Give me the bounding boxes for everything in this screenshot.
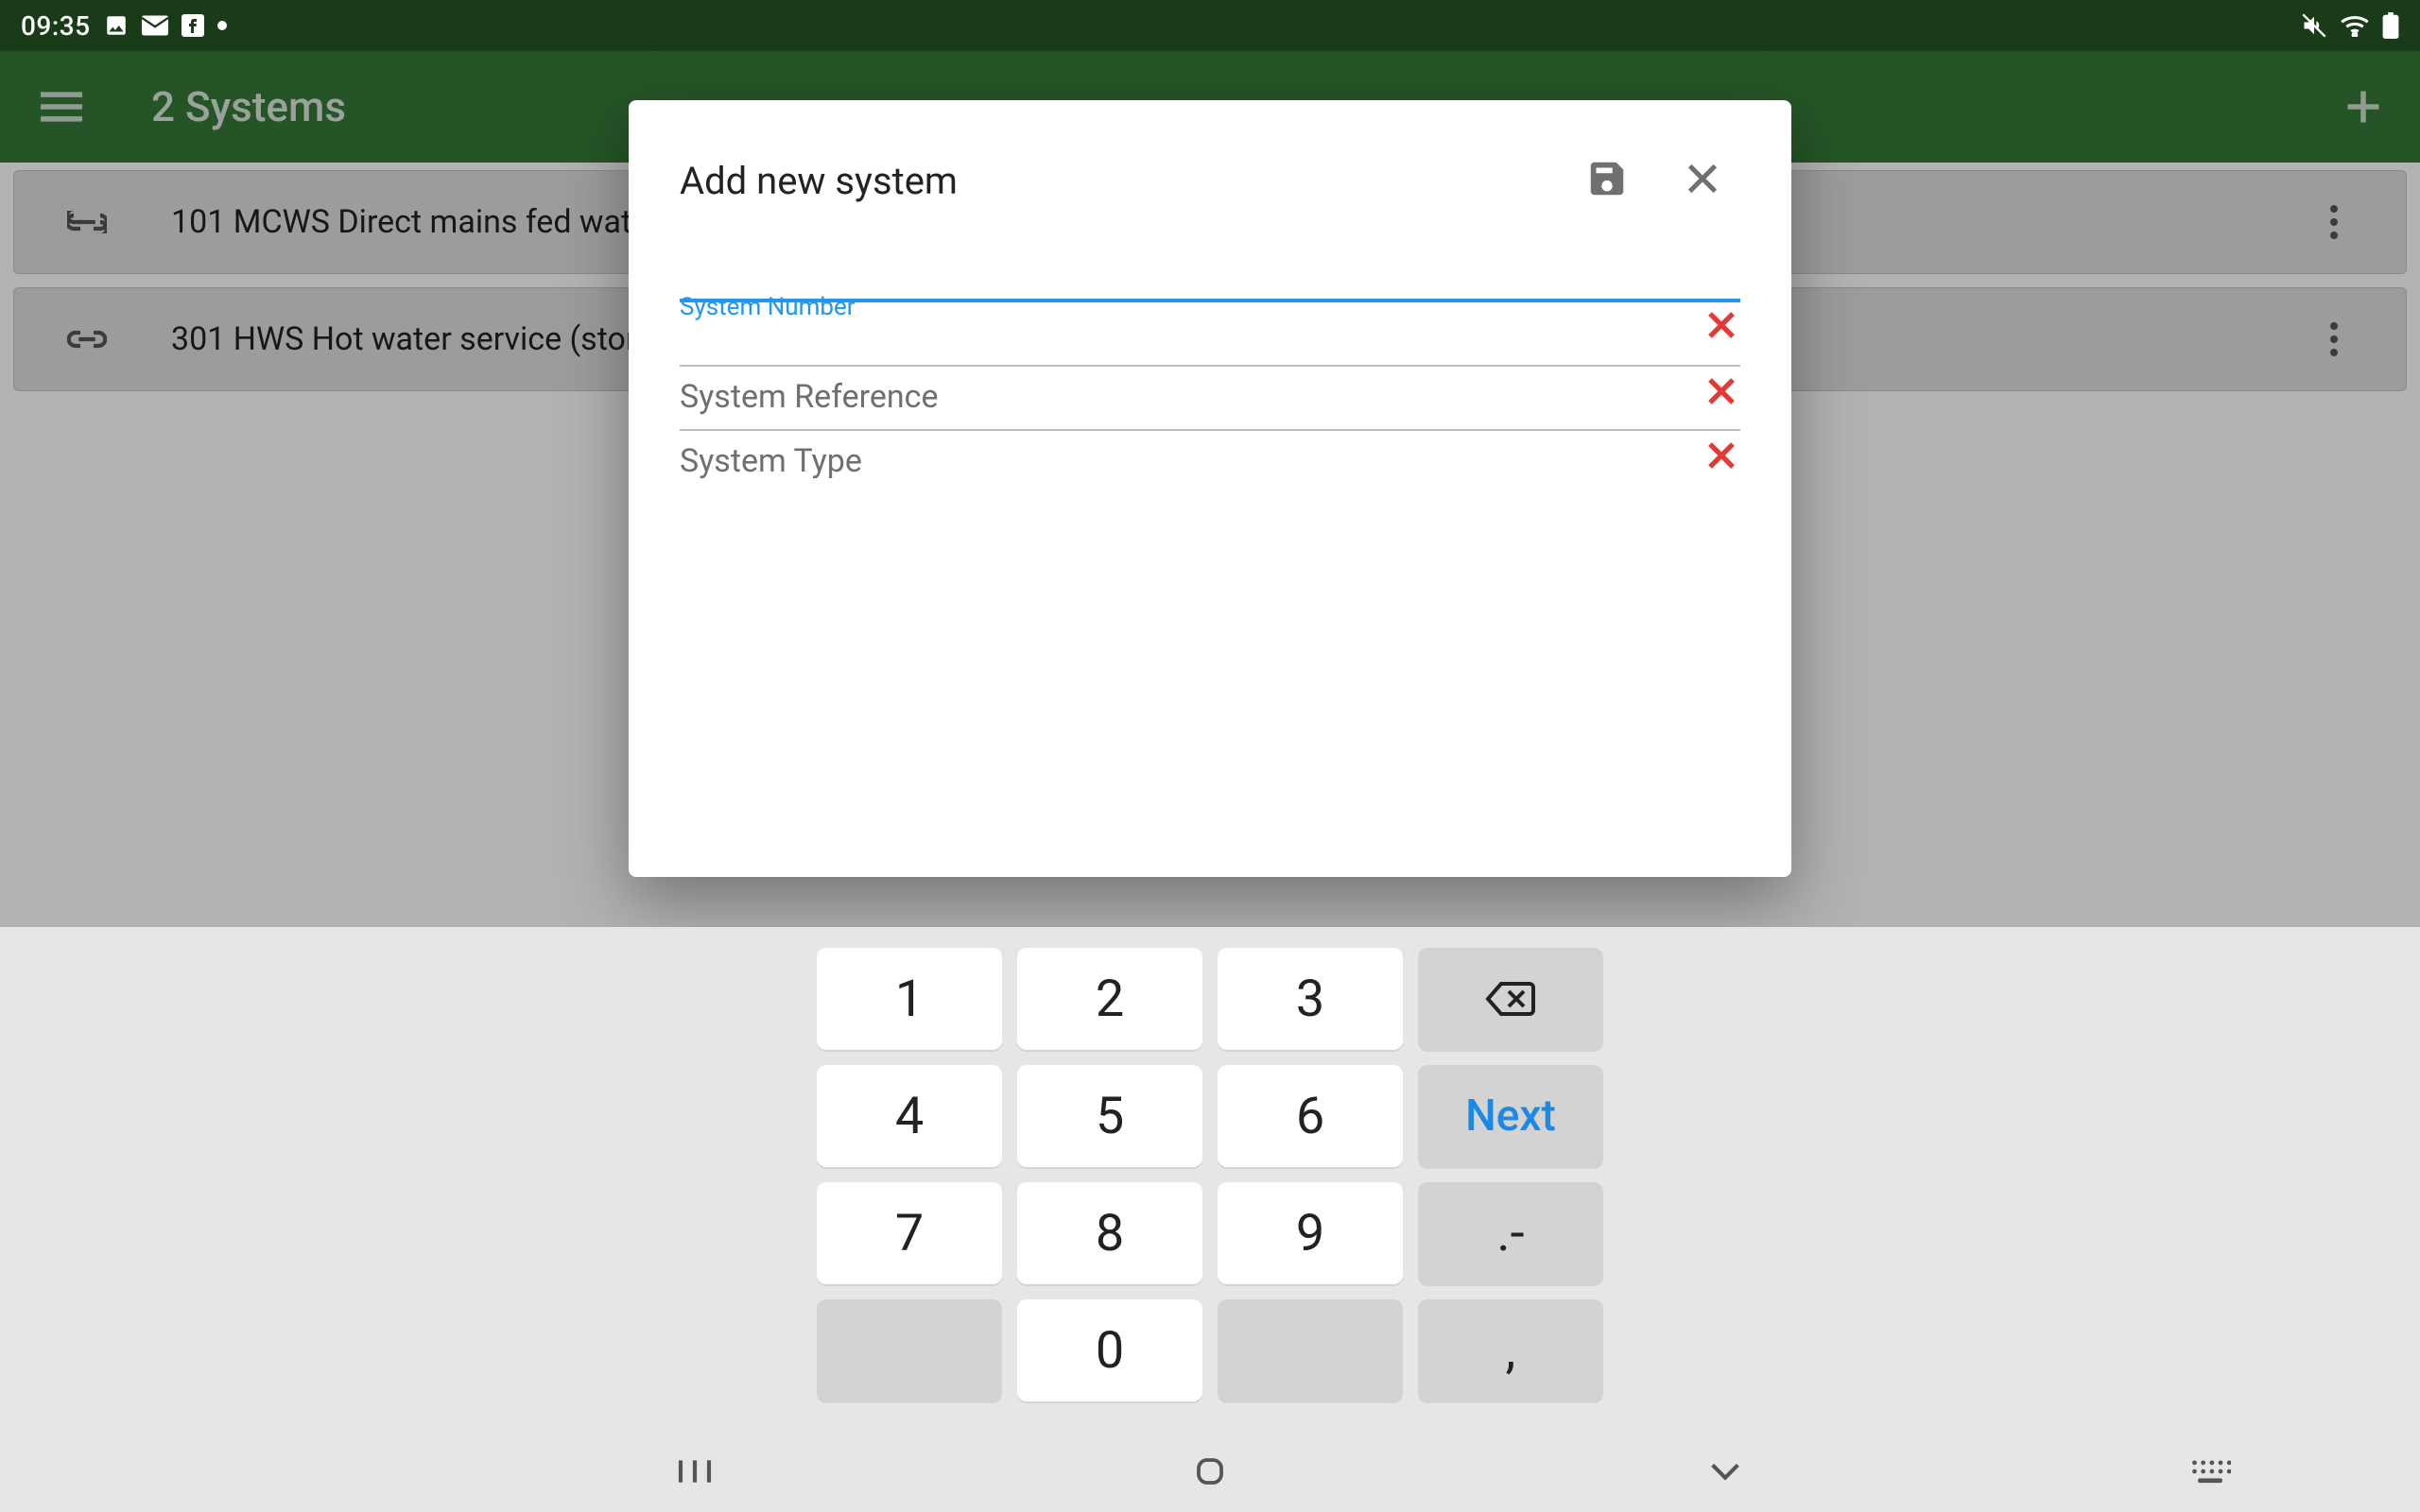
close-button[interactable] [1684,160,1740,201]
dialog-title: Add new system [680,159,958,203]
key-4[interactable]: 4 [817,1065,1002,1167]
notification-dot-icon [217,21,227,30]
wifi-icon [2341,14,2369,37]
key-7[interactable]: 7 [817,1182,1002,1284]
key-blank-left[interactable] [817,1299,1002,1401]
status-time: 09:35 [21,10,91,42]
mute-icon [2301,12,2327,39]
key-1[interactable]: 1 [817,948,1002,1050]
clear-button[interactable] [1703,372,1740,410]
field-label: System Type [680,442,862,480]
system-number-field[interactable]: System Number [680,299,1740,302]
image-icon [104,13,129,38]
numeric-keyboard: 1 2 3 4 5 6 Next 7 8 9 .- 0 , [0,927,2420,1512]
field-label: System Reference [680,378,939,416]
key-8[interactable]: 8 [1017,1182,1202,1284]
keyboard-toggle-icon[interactable] [2189,1457,2231,1489]
system-reference-field[interactable]: System Reference [680,365,1740,367]
save-button[interactable] [1585,157,1642,204]
key-9[interactable]: 9 [1218,1182,1403,1284]
field-label: System Number [680,293,856,321]
battery-icon [2382,12,2399,39]
add-system-dialog: Add new system System Number System Refe… [629,100,1791,877]
key-dot-minus[interactable]: .- [1418,1182,1603,1284]
android-recents-button[interactable] [662,1452,728,1490]
key-6[interactable]: 6 [1218,1065,1403,1167]
key-backspace[interactable] [1418,948,1603,1050]
key-blank-right[interactable] [1218,1299,1403,1401]
key-0[interactable]: 0 [1017,1299,1202,1401]
mail-icon [142,15,168,36]
system-type-field[interactable]: System Type [680,429,1740,431]
facebook-icon [182,14,204,37]
clear-button[interactable] [1703,306,1740,344]
android-back-button[interactable] [1692,1452,1758,1490]
android-statusbar: 09:35 [0,0,2420,51]
key-comma[interactable]: , [1418,1299,1603,1401]
android-home-button[interactable] [1177,1452,1243,1490]
key-5[interactable]: 5 [1017,1065,1202,1167]
key-3[interactable]: 3 [1218,948,1403,1050]
key-next[interactable]: Next [1418,1065,1603,1167]
key-2[interactable]: 2 [1017,948,1202,1050]
clear-button[interactable] [1703,437,1740,474]
